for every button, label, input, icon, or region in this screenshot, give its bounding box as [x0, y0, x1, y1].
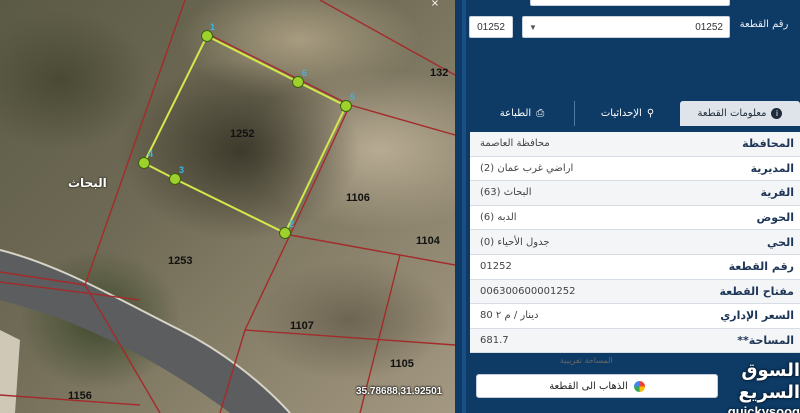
table-row: رقم القطعة 01252: [470, 254, 800, 280]
satellite-map[interactable]: 1 6 5 2 3 4 1252 1106 1104 1253 1107 110…: [0, 0, 455, 413]
table-row: **المساحة 681.7: [470, 328, 800, 354]
watermark-logo: السوق السريع quickysooq: [727, 360, 800, 413]
parcel-number: 1156: [68, 390, 92, 402]
vertex-label: 5: [350, 92, 356, 102]
tab-coordinates[interactable]: الإحداثيات ⚲: [574, 101, 680, 126]
table-row: الحوض الدبه (6): [470, 205, 800, 231]
goto-plot-button[interactable]: الذهاب الى القطعة: [476, 374, 718, 398]
table-row: القرية البحاث (63): [470, 181, 800, 206]
plot-info-table: المحافظة محافظة العاصمة المديرية اراضي غ…: [470, 132, 800, 354]
parcel-number: 1106: [346, 192, 370, 204]
panel-tabs: معلومات القطعة i الإحداثيات ⚲ الطباعة ⎙: [470, 101, 800, 126]
pin-icon: ⚲: [646, 108, 655, 119]
table-row: الحي جدول الأحياء (0): [470, 230, 800, 255]
google-icon: [633, 380, 645, 392]
table-row: السعر الإداري 80 دينار / م ٢: [470, 304, 800, 329]
tab-print[interactable]: الطباعة ⎙: [470, 101, 574, 126]
vertex-label: 6: [302, 68, 308, 78]
map-overlay: [0, 0, 455, 413]
top-select-partial[interactable]: [530, 0, 730, 6]
vertex-label: 2: [289, 219, 295, 229]
parcel-number: 1107: [290, 320, 314, 332]
plot-number-select[interactable]: ▼ 01252: [522, 16, 730, 38]
table-row: مفتاح القطعة 006300600001252: [470, 279, 800, 305]
info-icon: i: [771, 108, 783, 119]
table-row: المديرية اراضي غرب عمان (2): [470, 156, 800, 182]
area-note: المساحة تقريبية: [560, 356, 613, 365]
close-icon[interactable]: ×: [428, 0, 442, 9]
vertex-label: 3: [179, 165, 185, 175]
vertex-label: 1: [210, 22, 216, 32]
parcel-number: 1253: [168, 255, 193, 267]
parcel-number: 1105: [390, 358, 414, 370]
tab-plot-info[interactable]: معلومات القطعة i: [680, 101, 800, 126]
village-label: البحاث: [68, 176, 107, 190]
coordinates-readout: 35.78688,31.92501: [356, 386, 443, 397]
building: [0, 330, 20, 413]
table-row: المحافظة محافظة العاصمة: [470, 132, 800, 157]
plot-number-input[interactable]: 01252: [469, 16, 513, 38]
panel-divider: [462, 0, 466, 413]
plot-number-label: رقم القطعة: [739, 19, 789, 30]
parcel-number: 132: [430, 67, 449, 79]
parcel-number: 1104: [416, 235, 440, 247]
parcel-number: 1252: [230, 128, 255, 140]
printer-icon: ⎙: [536, 108, 545, 119]
chevron-down-icon: ▼: [529, 22, 537, 32]
vertex-label: 4: [148, 149, 154, 159]
parcel-lines: [0, 0, 455, 413]
